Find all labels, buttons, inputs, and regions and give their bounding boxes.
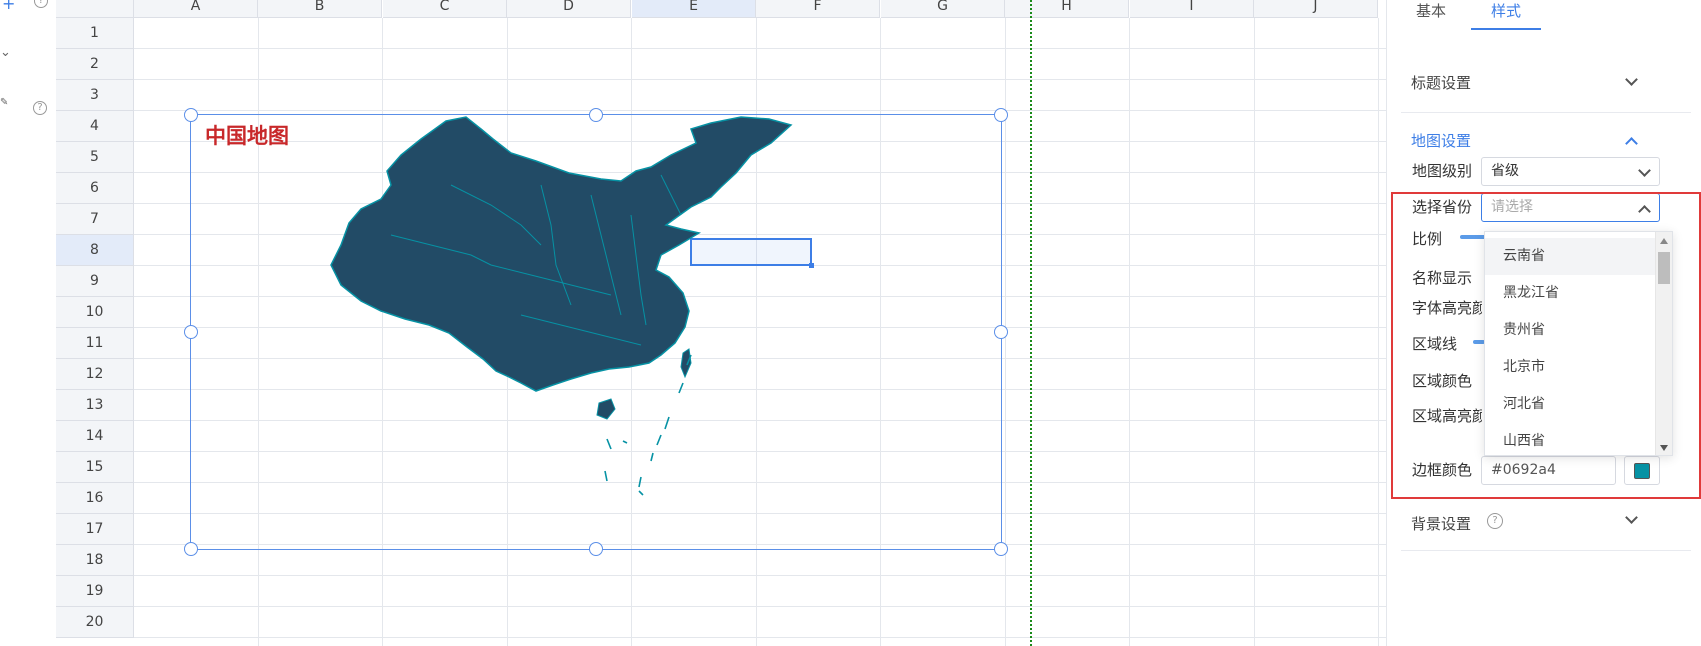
scroll-down-icon[interactable] <box>1660 445 1668 451</box>
select-all-corner[interactable] <box>56 0 134 18</box>
grid-line <box>1378 18 1379 646</box>
resize-handle-sw[interactable] <box>184 542 198 556</box>
south-china-sea-dash <box>638 476 642 488</box>
page-break-line <box>1030 0 1032 646</box>
chevron-down-icon[interactable] <box>1625 511 1638 524</box>
row-header[interactable]: 14 <box>56 421 134 452</box>
tab-basic[interactable]: 基本 <box>1401 0 1461 30</box>
row-header[interactable]: 5 <box>56 142 134 173</box>
row-header[interactable]: 15 <box>56 452 134 483</box>
column-header[interactable]: H <box>1005 0 1129 18</box>
column-header[interactable]: F <box>756 0 880 18</box>
question-icon[interactable]: ? <box>1487 513 1503 529</box>
grid-line <box>1129 18 1130 646</box>
column-header[interactable]: E <box>632 0 756 18</box>
scroll-up-icon[interactable] <box>1660 238 1668 244</box>
row-header[interactable]: 10 <box>56 297 134 328</box>
grid-line <box>134 637 1386 638</box>
resize-handle-nw[interactable] <box>184 108 198 122</box>
south-china-sea-dash <box>650 452 654 462</box>
row-header[interactable]: 11 <box>56 328 134 359</box>
column-header[interactable]: I <box>1130 0 1254 18</box>
grid-line <box>134 575 1386 576</box>
column-header[interactable]: J <box>1254 0 1378 18</box>
plus-icon[interactable]: + <box>2 0 15 12</box>
column-header[interactable]: D <box>507 0 631 18</box>
row-header[interactable]: 20 <box>56 607 134 638</box>
question-icon[interactable]: ? <box>33 101 47 115</box>
row-header[interactable]: 7 <box>56 204 134 235</box>
row-header[interactable]: 19 <box>56 576 134 607</box>
province-option[interactable]: 北京市 <box>1485 349 1657 386</box>
grid-line <box>134 79 1386 80</box>
pen-icon[interactable]: ✎ <box>0 98 8 108</box>
section-map-settings[interactable]: 地图设置 <box>1411 130 1471 151</box>
row-header[interactable]: 12 <box>56 359 134 390</box>
section-title-settings[interactable]: 标题设置 <box>1411 72 1471 93</box>
map-level-value: 省级 <box>1491 163 1519 179</box>
resize-handle-n[interactable] <box>589 108 603 122</box>
section-background-settings[interactable]: 背景设置 <box>1411 513 1471 534</box>
south-china-sea-dash <box>664 416 670 430</box>
column-header[interactable]: A <box>134 0 258 18</box>
grid-line <box>1254 18 1255 646</box>
row-header[interactable]: 2 <box>56 49 134 80</box>
province-dropdown[interactable]: 云南省 黑龙江省 贵州省 北京市 河北省 山西省 <box>1484 231 1673 456</box>
chevron-down-icon[interactable]: ⌄ <box>0 46 11 59</box>
resize-handle-w[interactable] <box>184 325 198 339</box>
map-level-label: 地图级别 <box>1412 162 1473 180</box>
row-header[interactable]: 3 <box>56 80 134 111</box>
china-map-chart[interactable]: 中国地图 <box>184 108 1008 556</box>
grid-line <box>134 606 1386 607</box>
tab-style[interactable]: 样式 <box>1471 0 1541 30</box>
south-china-sea-dash <box>638 490 644 496</box>
taiwan-island <box>680 348 692 379</box>
row-header[interactable]: 1 <box>56 18 134 49</box>
grid-line <box>134 48 1386 49</box>
south-china-sea-dash <box>678 382 684 394</box>
row-header[interactable]: 9 <box>56 266 134 297</box>
divider <box>1401 112 1691 113</box>
dropdown-scrollbar[interactable] <box>1655 232 1672 455</box>
column-header[interactable]: B <box>258 0 382 18</box>
hainan-island <box>596 398 616 420</box>
south-china-sea-dash <box>656 434 662 446</box>
row-header[interactable]: 13 <box>56 390 134 421</box>
spreadsheet[interactable]: ABCDEFGHIJ 1 2 3 4 5 6 7 8 9 10 11 12 13 14 15 16 17 18 19… <box>56 0 1386 646</box>
row-header[interactable]: 6 <box>56 173 134 204</box>
province-option[interactable]: 云南省 <box>1485 238 1657 275</box>
active-tab-indicator <box>1471 28 1541 30</box>
column-header[interactable]: G <box>881 0 1005 18</box>
scrollbar-thumb[interactable] <box>1658 252 1670 284</box>
resize-handle-ne[interactable] <box>994 108 1008 122</box>
south-china-sea-dash <box>604 470 608 482</box>
chevron-down-icon[interactable] <box>1625 73 1638 86</box>
chart-title[interactable]: 中国地图 <box>205 120 289 150</box>
row-header[interactable]: 8 <box>56 235 134 266</box>
chevron-down-icon <box>1638 164 1651 177</box>
resize-handle-se[interactable] <box>994 542 1008 556</box>
left-toolbar: + ? ⌄ ✎ ? <box>0 0 56 646</box>
china-map-shape <box>330 116 793 496</box>
map-level-select[interactable]: 省级 <box>1481 157 1660 186</box>
row-header[interactable]: 4 <box>56 111 134 142</box>
grid-line <box>134 110 1386 111</box>
province-option[interactable]: 贵州省 <box>1485 312 1657 349</box>
south-china-sea-dash <box>606 438 612 450</box>
question-icon[interactable]: ? <box>34 0 48 8</box>
row-header[interactable]: 18 <box>56 545 134 576</box>
row-header[interactable]: 17 <box>56 514 134 545</box>
chevron-up-icon[interactable] <box>1625 137 1638 150</box>
row-header[interactable]: 16 <box>56 483 134 514</box>
province-option[interactable]: 黑龙江省 <box>1485 275 1657 312</box>
china-map[interactable] <box>191 115 1003 551</box>
divider <box>1401 550 1691 551</box>
resize-handle-s[interactable] <box>589 542 603 556</box>
province-option[interactable]: 河北省 <box>1485 386 1657 423</box>
province-option[interactable]: 山西省 <box>1485 423 1657 455</box>
resize-handle-e[interactable] <box>994 325 1008 339</box>
column-header[interactable]: C <box>383 0 507 18</box>
mainland-region <box>330 116 793 392</box>
south-china-sea-dash <box>622 440 628 444</box>
